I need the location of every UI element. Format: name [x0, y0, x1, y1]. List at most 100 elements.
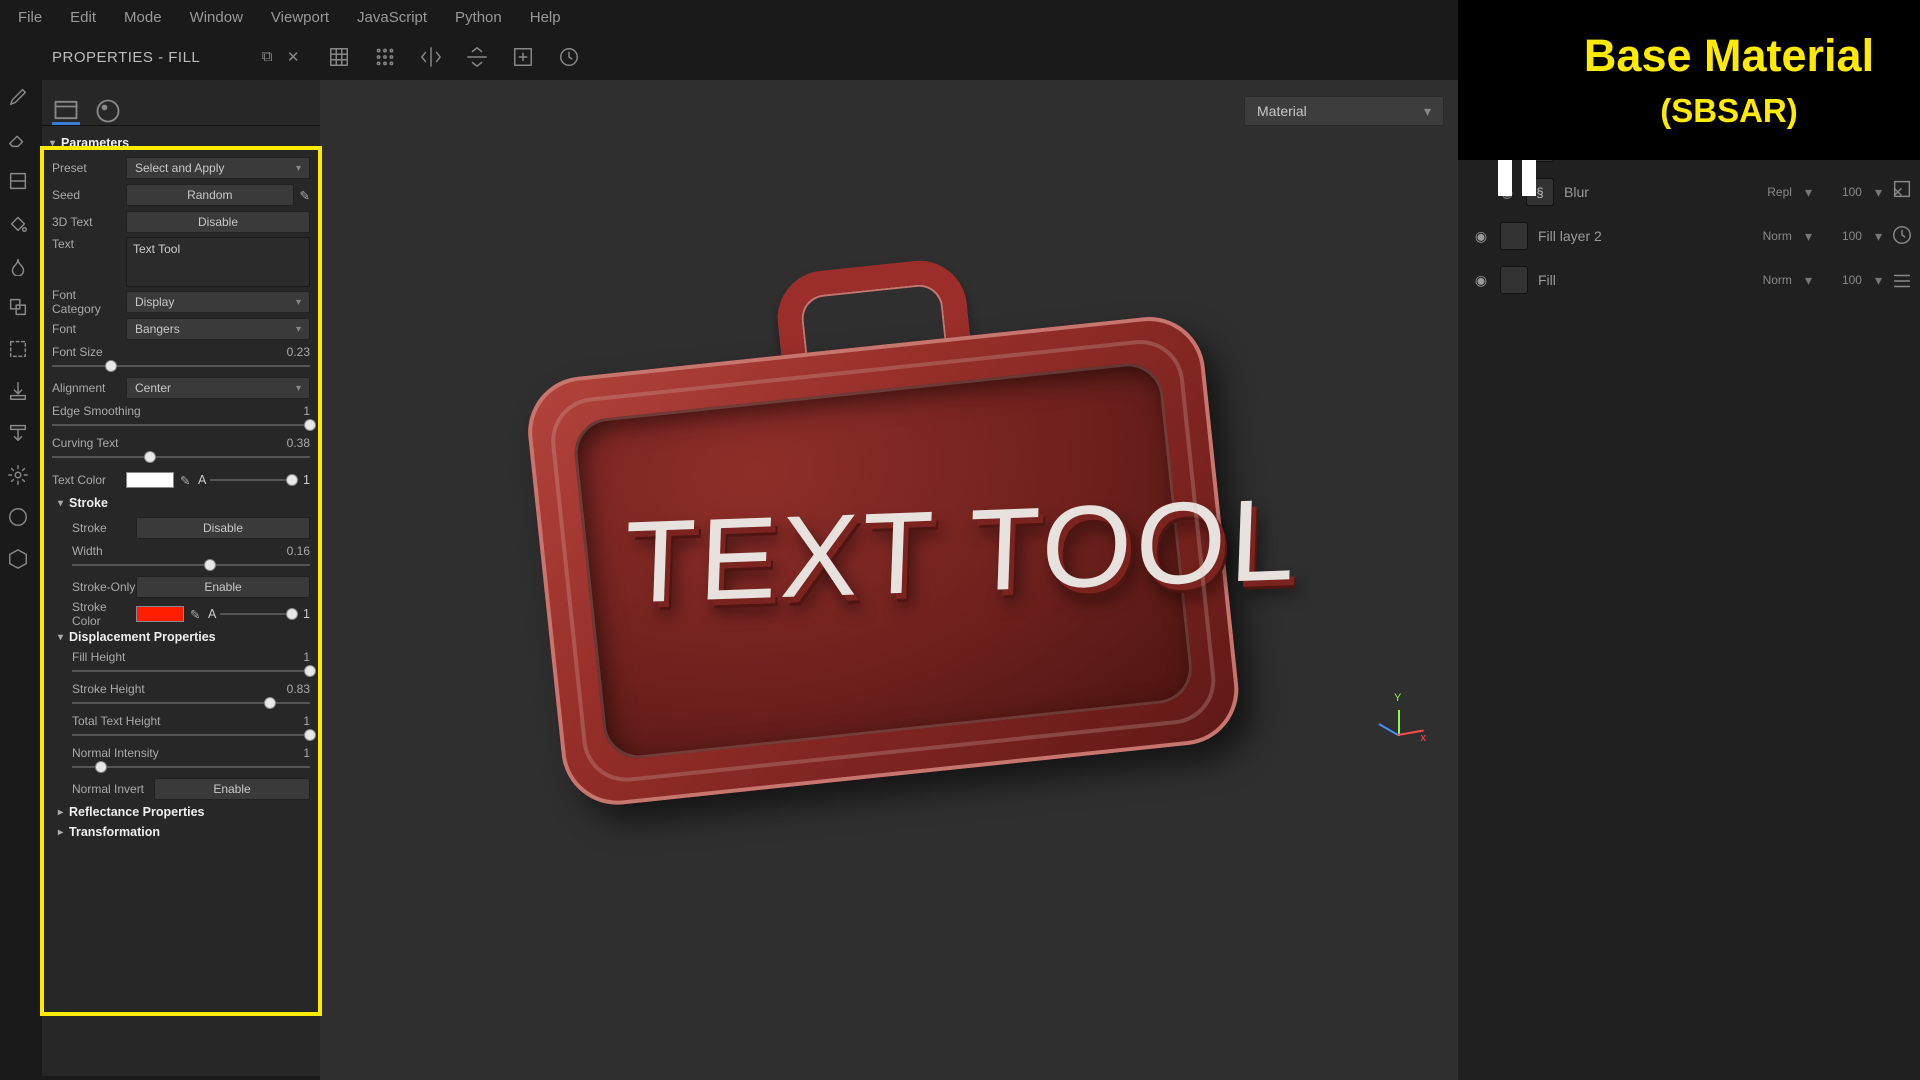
- text-label: Text: [52, 237, 126, 251]
- preset-cube-icon[interactable]: [7, 548, 29, 570]
- text3d-label: 3D Text: [52, 215, 126, 229]
- import-icon[interactable]: [7, 380, 29, 402]
- material-ball-icon[interactable]: [7, 506, 29, 528]
- parameters-section: Parameters Preset Select and Apply Seed …: [42, 126, 320, 851]
- eraser-icon[interactable]: [7, 128, 29, 150]
- layer-blend[interactable]: Norm: [1734, 229, 1792, 243]
- panel-undock-icon[interactable]: ⧉: [262, 48, 273, 66]
- layer-opacity[interactable]: 100: [1822, 229, 1862, 243]
- selection-icon[interactable]: [7, 338, 29, 360]
- text3d-toggle[interactable]: Disable: [126, 211, 310, 233]
- strokecolor-alpha-slider[interactable]: [220, 607, 292, 621]
- textcolor-picker-icon[interactable]: ✎: [180, 473, 194, 487]
- menu-file[interactable]: File: [4, 9, 56, 26]
- textcolor-alpha-label: A: [198, 473, 206, 487]
- menu-python[interactable]: Python: [441, 9, 516, 26]
- layer-blend[interactable]: Norm: [1734, 273, 1792, 287]
- font-select[interactable]: Bangers: [126, 318, 310, 340]
- clock-icon[interactable]: [1889, 222, 1915, 248]
- align-select[interactable]: Center: [126, 377, 310, 399]
- refl-header[interactable]: Reflectance Properties: [58, 805, 310, 819]
- layer-name: Fill layer 2: [1538, 228, 1724, 244]
- brush-icon[interactable]: [7, 86, 29, 108]
- fillheight-slider[interactable]: Fill Height1: [62, 650, 310, 678]
- fontcat-select[interactable]: Display: [126, 291, 310, 313]
- preset-select[interactable]: Select and Apply: [126, 157, 310, 179]
- fontcat-label: Font Category: [52, 288, 126, 316]
- stroke-width-slider[interactable]: Width0.16: [62, 544, 310, 572]
- add-icon[interactable]: [510, 44, 536, 70]
- symmetry-icon[interactable]: [418, 44, 444, 70]
- projection-icon[interactable]: [7, 170, 29, 192]
- seed-button[interactable]: Random: [126, 184, 294, 206]
- layer-name: Fill: [1538, 272, 1724, 288]
- axis-gizmo[interactable]: Y x: [1378, 698, 1422, 742]
- title-line1: Base Material: [1548, 30, 1910, 82]
- layer-thumb-icon: [1500, 266, 1528, 294]
- material-dropdown[interactable]: Material: [1244, 96, 1444, 126]
- stroke-header[interactable]: Stroke: [58, 496, 310, 510]
- menu-edit[interactable]: Edit: [56, 9, 110, 26]
- layer-opacity[interactable]: 100: [1822, 273, 1862, 287]
- settings-icon[interactable]: [7, 464, 29, 486]
- stroke-label: Stroke: [72, 521, 136, 535]
- menu-window[interactable]: Window: [176, 9, 257, 26]
- parameters-header[interactable]: Parameters: [50, 136, 310, 150]
- font-label: Font: [52, 322, 126, 336]
- properties-tab-material-icon[interactable]: [94, 97, 122, 125]
- align-label: Alignment: [52, 381, 126, 395]
- fill-icon[interactable]: [7, 212, 29, 234]
- layer-row[interactable]: ◉FillNorm▾100▾: [1464, 261, 1914, 299]
- textcolor-label: Text Color: [52, 473, 126, 487]
- textcolor-alpha-value: 1: [296, 473, 310, 487]
- list-icon[interactable]: [1889, 268, 1915, 294]
- export-icon[interactable]: [7, 422, 29, 444]
- snap-grid-icon[interactable]: [372, 44, 398, 70]
- layer-visibility-icon[interactable]: ◉: [1472, 272, 1490, 289]
- seed-label: Seed: [52, 188, 126, 202]
- xform-header[interactable]: Transformation: [58, 825, 310, 839]
- layer-thumb-icon: [1500, 222, 1528, 250]
- normalinv-label: Normal Invert: [72, 782, 154, 796]
- strokecolor-label: Stroke Color: [72, 600, 136, 628]
- menu-help[interactable]: Help: [516, 9, 575, 26]
- totalheight-slider[interactable]: Total Text Height1: [62, 714, 310, 742]
- properties-panel: Parameters Preset Select and Apply Seed …: [42, 80, 320, 1076]
- textcolor-alpha-slider[interactable]: [210, 473, 292, 487]
- properties-panel-title-bar: PROPERTIES - FILL ⧉ ✕: [0, 48, 310, 66]
- title-line2: (SBSAR): [1548, 92, 1910, 130]
- layer-row[interactable]: ◉Fill layer 2Norm▾100▾: [1464, 217, 1914, 255]
- text-input[interactable]: Text Tool: [126, 237, 310, 287]
- normalint-slider[interactable]: Normal Intensity1: [62, 746, 310, 774]
- viewport-3d[interactable]: Material TEXT TOOL Y x: [320, 80, 1458, 1080]
- title-overlay: Base Material (SBSAR): [1458, 0, 1920, 190]
- menu-javascript[interactable]: JavaScript: [343, 9, 441, 26]
- normalinv-toggle[interactable]: Enable: [154, 778, 310, 800]
- preset-label: Preset: [52, 161, 126, 175]
- left-toolbar: [0, 80, 36, 570]
- panel-title-text: PROPERTIES - FILL: [52, 49, 200, 66]
- layer-visibility-icon[interactable]: ◉: [1472, 228, 1490, 245]
- properties-tab-fill-icon[interactable]: [52, 97, 80, 125]
- textcolor-swatch[interactable]: [126, 472, 174, 488]
- clone-icon[interactable]: [7, 296, 29, 318]
- fontsize-slider[interactable]: Font Size0.23: [52, 345, 310, 373]
- strokecolor-picker-icon[interactable]: ✎: [190, 607, 204, 621]
- stroke-toggle[interactable]: Disable: [136, 517, 310, 539]
- menu-viewport[interactable]: Viewport: [257, 9, 343, 26]
- edge-slider[interactable]: Edge Smoothing1: [52, 404, 310, 432]
- strokeheight-slider[interactable]: Stroke Height0.83: [62, 682, 310, 710]
- stroke-only-label: Stroke-Only: [72, 580, 136, 594]
- panel-close-icon[interactable]: ✕: [287, 48, 300, 66]
- disp-header[interactable]: Displacement Properties: [58, 630, 310, 644]
- strokecolor-swatch[interactable]: [136, 606, 184, 622]
- preview-mesh: TEXT TOOL: [494, 224, 1267, 836]
- stroke-only-toggle[interactable]: Enable: [136, 576, 310, 598]
- smudge-icon[interactable]: [7, 254, 29, 276]
- seed-edit-icon[interactable]: ✎: [300, 188, 310, 203]
- history-icon[interactable]: [556, 44, 582, 70]
- mirror-vert-icon[interactable]: [464, 44, 490, 70]
- menu-mode[interactable]: Mode: [110, 9, 176, 26]
- curve-slider[interactable]: Curving Text0.38: [52, 436, 310, 464]
- grid-on-icon[interactable]: [326, 44, 352, 70]
